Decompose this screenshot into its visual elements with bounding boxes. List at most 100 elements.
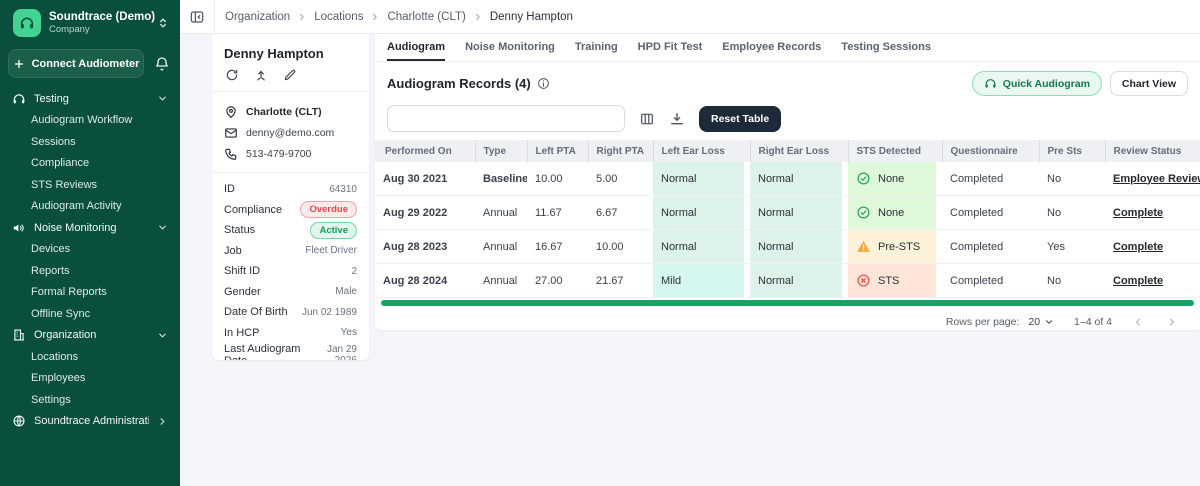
questionnaire-status: Completed (942, 230, 1039, 264)
columns-icon[interactable] (639, 111, 655, 127)
tab-bar: Audiogram Noise Monitoring Training HPD Fit… (375, 34, 1200, 62)
sidebar-item-audiogram-activity[interactable]: Audiogram Activity (0, 196, 180, 218)
column-header-questionnaire[interactable]: Questionnaire (942, 140, 1039, 162)
edit-pencil-icon[interactable] (283, 68, 297, 82)
left-pta-value: 16.67 (527, 230, 588, 264)
column-header-review-status[interactable]: Review Status (1105, 140, 1200, 162)
chevron-updown-icon (156, 16, 170, 30)
record-date-link[interactable]: Aug 28 2024 (375, 264, 475, 298)
column-header-right-pta[interactable]: Right PTA (588, 140, 653, 162)
table-row: Aug 28 2023Annual16.6710.00NormalNormalP… (375, 230, 1200, 264)
sidebar-item-sessions[interactable]: Sessions (0, 131, 180, 153)
pagination: Rows per page: 20 1–4 of 4 (375, 306, 1200, 328)
breadcrumb-item-organization[interactable]: Organization (225, 11, 290, 23)
right-ear-loss-cell: Normal (750, 230, 848, 264)
field-label: Compliance (224, 204, 282, 216)
review-status-link[interactable]: Complete (1113, 207, 1163, 219)
rows-per-page-value: 20 (1028, 316, 1040, 328)
right-ear-loss-cell: Normal (750, 264, 848, 298)
patient-field-in-hcp: In HCPYes (224, 323, 357, 344)
page-next-icon[interactable] (1166, 316, 1178, 328)
download-icon[interactable] (669, 111, 685, 127)
column-header-sts-detected[interactable]: STS Detected (848, 140, 942, 162)
sidebar-item-reports[interactable]: Reports (0, 260, 180, 282)
tab-hpd-fit-test[interactable]: HPD Fit Test (638, 34, 703, 61)
rows-per-page-label: Rows per page: (946, 316, 1020, 328)
sidebar-item-sts-reviews[interactable]: STS Reviews (0, 174, 180, 196)
right-pta-value: 21.67 (588, 264, 653, 298)
record-type: Annual (475, 196, 527, 230)
sidebar-item-offline-sync[interactable]: Offline Sync (0, 303, 180, 325)
bell-icon[interactable] (154, 56, 170, 72)
column-header-left-pta[interactable]: Left PTA (527, 140, 588, 162)
chart-view-button[interactable]: Chart View (1110, 71, 1188, 96)
column-header-pre-sts[interactable]: Pre Sts (1039, 140, 1105, 162)
sidebar-item-settings[interactable]: Settings (0, 389, 180, 411)
record-date-link[interactable]: Aug 30 2021 (375, 162, 475, 196)
breadcrumb-item-charlotte-clt[interactable]: Charlotte (CLT) (387, 11, 465, 23)
field-value: Fleet Driver (305, 245, 357, 256)
rows-per-page-select[interactable]: 20 (1028, 316, 1054, 328)
sidebar-item-formal-reports[interactable]: Formal Reports (0, 282, 180, 304)
sidebar-collapse-icon[interactable] (180, 0, 214, 34)
page-prev-icon[interactable] (1132, 316, 1144, 328)
sts-detected-label: Pre-STS (878, 241, 920, 253)
left-ear-loss-cell: Normal (653, 230, 750, 264)
soundtrace-logo-icon (13, 9, 41, 37)
tab-employee-records[interactable]: Employee Records (722, 34, 821, 61)
patient-field-last-audiogram-date: Last Audiogram DateJan 29 2026 (224, 343, 357, 360)
sidebar-item-compliance[interactable]: Compliance (0, 153, 180, 175)
review-status-cell: Complete (1105, 230, 1200, 264)
sidebar-item-audiogram-workflow[interactable]: Audiogram Workflow (0, 110, 180, 132)
sidebar-section-noise-monitoring[interactable]: Noise Monitoring (0, 217, 180, 239)
review-status-link[interactable]: Complete (1113, 241, 1163, 253)
sidebar-section-organization[interactable]: Organization (0, 325, 180, 347)
check-circle-icon (856, 171, 871, 186)
transfer-icon[interactable] (254, 68, 268, 82)
chevron-down-icon (157, 222, 168, 233)
sidebar-item-locations[interactable]: Locations (0, 346, 180, 368)
pre-sts-value: Yes (1039, 230, 1105, 264)
field-value: Male (335, 286, 357, 297)
reset-table-button[interactable]: Reset Table (699, 106, 781, 132)
tab-training[interactable]: Training (575, 34, 618, 61)
breadcrumb-item-denny-hampton[interactable]: Denny Hampton (490, 11, 573, 23)
review-status-cell: Complete (1105, 196, 1200, 230)
column-header-type[interactable]: Type (475, 140, 527, 162)
org-switcher[interactable]: Soundtrace (Demo) Company (0, 0, 180, 44)
record-type: Annual (475, 264, 527, 298)
breadcrumb-item-locations[interactable]: Locations (314, 11, 363, 23)
tab-noise-monitoring[interactable]: Noise Monitoring (465, 34, 555, 61)
column-header-left-ear-loss[interactable]: Left Ear Loss (653, 140, 750, 162)
location-pin-icon (224, 105, 238, 119)
info-icon[interactable] (537, 77, 550, 90)
sts-detected-cell: Pre-STS (848, 230, 942, 264)
patient-field-status: StatusActive (224, 220, 357, 241)
chevron-down-icon (1044, 317, 1054, 327)
table-row: Aug 30 2021Baseline10.005.00NormalNormal… (375, 162, 1200, 196)
tab-audiogram[interactable]: Audiogram (387, 34, 445, 61)
check-circle-icon (856, 205, 871, 220)
record-date-link[interactable]: Aug 29 2022 (375, 196, 475, 230)
patient-field-shift-id: Shift ID2 (224, 261, 357, 282)
records-search-input[interactable] (387, 105, 625, 132)
sidebar-section-soundtrace-administration[interactable]: Soundtrace Administration (0, 411, 180, 433)
globe-icon (12, 414, 26, 428)
column-header-right-ear-loss[interactable]: Right Ear Loss (750, 140, 848, 162)
field-value: Active (310, 222, 357, 239)
record-date-link[interactable]: Aug 28 2023 (375, 230, 475, 264)
refresh-icon[interactable] (225, 68, 239, 82)
connect-audiometer-button[interactable]: Connect Audiometer (8, 49, 144, 78)
tab-testing-sessions[interactable]: Testing Sessions (841, 34, 931, 61)
sidebar-item-devices[interactable]: Devices (0, 239, 180, 261)
sidebar-section-label: Testing (34, 93, 149, 105)
org-name: Soundtrace (Demo) (49, 11, 148, 23)
building-icon (12, 328, 26, 342)
review-status-link[interactable]: Employee Review (1113, 173, 1200, 185)
sidebar-item-employees[interactable]: Employees (0, 368, 180, 390)
column-header-performed-on[interactable]: Performed On (375, 140, 475, 162)
sidebar-section-testing[interactable]: Testing (0, 88, 180, 110)
review-status-link[interactable]: Complete (1113, 275, 1163, 287)
field-value: Jan 29 2026 (313, 344, 357, 360)
quick-audiogram-button[interactable]: Quick Audiogram (972, 71, 1102, 96)
